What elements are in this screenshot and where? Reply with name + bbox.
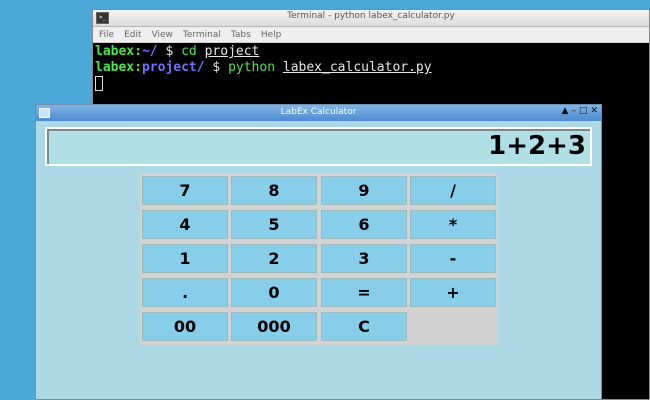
key-2[interactable]: 2 [231,244,317,273]
key-7[interactable]: 7 [142,176,228,205]
terminal-cursor-line [95,76,647,93]
menu-help[interactable]: Help [261,30,282,40]
key-double-zero[interactable]: 00 [142,312,228,341]
terminal-line: labex:~/ $ cd project [95,44,260,59]
key-1[interactable]: 1 [142,244,228,273]
window-controls: ▲ – □ ✕ [562,106,598,116]
key-decimal[interactable]: . [142,278,228,307]
minimize-icon[interactable]: – [571,106,576,116]
key-divide[interactable]: / [410,176,496,205]
calculator-display: 1+2+3 [45,127,592,166]
calculator-titlebar[interactable]: LabEx Calculator ▲ – □ ✕ [36,105,601,121]
key-triple-zero[interactable]: 000 [231,312,317,341]
terminal-line: labex:project/ $ python labex_calculator… [95,60,432,75]
key-0[interactable]: 0 [231,278,317,307]
keypad: 7 8 9 / 4 5 6 * 1 2 3 - . 0 = + 00 000 C [140,174,498,345]
menu-view[interactable]: View [152,30,173,40]
key-5[interactable]: 5 [231,210,317,239]
terminal-titlebar[interactable]: >_ Terminal - python labex_calculator.py [93,10,649,27]
calculator-title: LabEx Calculator [280,107,357,117]
terminal-menubar: File Edit View Terminal Tabs Help [93,27,649,43]
key-equals[interactable]: = [321,278,407,307]
calculator-window: LabEx Calculator ▲ – □ ✕ 1+2+3 7 8 9 / 4… [35,104,602,400]
key-9[interactable]: 9 [321,176,407,205]
terminal-cursor [95,76,103,91]
close-icon[interactable]: ✕ [590,106,598,116]
shade-icon[interactable]: ▲ [562,106,569,116]
key-3[interactable]: 3 [321,244,407,273]
terminal-output[interactable]: labex:~/ $ cd project labex:project/ $ p… [93,43,649,94]
key-subtract[interactable]: - [410,244,496,273]
key-6[interactable]: 6 [321,210,407,239]
maximize-icon[interactable]: □ [579,106,588,116]
terminal-title: Terminal - python labex_calculator.py [287,11,455,21]
key-multiply[interactable]: * [410,210,496,239]
menu-terminal[interactable]: Terminal [183,30,221,40]
key-add[interactable]: + [410,278,496,307]
key-4[interactable]: 4 [142,210,228,239]
key-8[interactable]: 8 [231,176,317,205]
key-clear[interactable]: C [321,312,407,341]
menu-tabs[interactable]: Tabs [231,30,251,40]
menu-edit[interactable]: Edit [124,30,141,40]
menu-file[interactable]: File [99,30,114,40]
